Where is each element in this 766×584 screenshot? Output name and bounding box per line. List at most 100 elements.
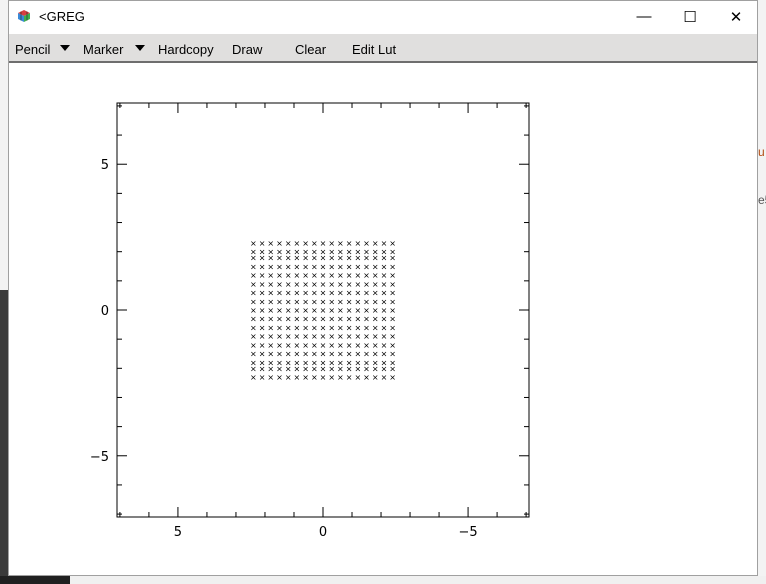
data-point-marker: ×: [328, 332, 335, 341]
marker-dropdown-arrow-icon[interactable]: [135, 45, 145, 51]
data-point-marker: ×: [337, 297, 344, 306]
data-point-marker: ×: [259, 364, 266, 373]
data-point-marker: ×: [276, 239, 283, 248]
data-point-marker: ×: [285, 315, 292, 324]
data-point-marker: ×: [363, 262, 370, 271]
data-point-marker: ×: [302, 280, 309, 289]
data-point-marker: ×: [320, 306, 327, 315]
data-point-marker: ×: [267, 271, 274, 280]
data-point-marker: ×: [389, 373, 396, 382]
data-point-marker: ×: [250, 332, 257, 341]
data-point-marker: ×: [363, 332, 370, 341]
data-point-marker: ×: [337, 332, 344, 341]
data-point-marker: ×: [259, 350, 266, 359]
data-point-marker: ×: [372, 289, 379, 298]
menu-hardcopy[interactable]: Hardcopy: [158, 42, 214, 57]
data-point-marker: ×: [267, 373, 274, 382]
data-point-marker: ×: [328, 280, 335, 289]
data-point-marker: ×: [381, 341, 388, 350]
data-point-marker: ×: [389, 306, 396, 315]
data-point-marker: ×: [389, 239, 396, 248]
x-tick-label: −5: [458, 525, 477, 540]
data-point-marker: ×: [389, 364, 396, 373]
data-point-marker: ×: [250, 254, 257, 263]
data-point-marker: ×: [294, 262, 301, 271]
data-point-marker: ×: [328, 373, 335, 382]
data-point-marker: ×: [285, 341, 292, 350]
data-point-marker: ×: [372, 350, 379, 359]
data-point-marker: ×: [389, 332, 396, 341]
data-point-marker: ×: [311, 297, 318, 306]
menu-draw[interactable]: Draw: [232, 42, 262, 57]
data-point-marker: ×: [294, 289, 301, 298]
minimize-button[interactable]: —: [621, 1, 667, 32]
data-point-marker: ×: [320, 289, 327, 298]
data-point-marker: ×: [285, 271, 292, 280]
data-point-marker: ×: [337, 341, 344, 350]
title-bar[interactable]: <GREG — ☐ ✕: [9, 1, 757, 32]
data-point-marker: ×: [328, 289, 335, 298]
data-point-marker: ×: [328, 306, 335, 315]
data-points: ××××××××××××××××××××××××××××××××××××××××…: [250, 239, 396, 382]
data-point-marker: ×: [372, 364, 379, 373]
data-point-marker: ×: [381, 271, 388, 280]
close-button[interactable]: ✕: [713, 1, 759, 32]
data-point-marker: ×: [389, 297, 396, 306]
data-point-marker: ×: [311, 262, 318, 271]
data-point-marker: ×: [302, 373, 309, 382]
menu-edit-lut[interactable]: Edit Lut: [352, 42, 396, 57]
data-point-marker: ×: [250, 341, 257, 350]
data-point-marker: ×: [250, 364, 257, 373]
data-point-marker: ×: [267, 364, 274, 373]
menu-marker[interactable]: Marker: [83, 42, 123, 57]
data-point-marker: ×: [381, 280, 388, 289]
data-point-marker: ×: [354, 315, 361, 324]
data-point-marker: ×: [294, 350, 301, 359]
data-point-marker: ×: [311, 271, 318, 280]
data-point-marker: ×: [259, 373, 266, 382]
data-point-marker: ×: [389, 289, 396, 298]
data-point-marker: ×: [346, 350, 353, 359]
data-point-marker: ×: [320, 254, 327, 263]
data-point-marker: ×: [372, 306, 379, 315]
data-point-marker: ×: [250, 350, 257, 359]
data-point-marker: ×: [354, 332, 361, 341]
data-point-marker: ×: [328, 350, 335, 359]
data-point-marker: ×: [276, 350, 283, 359]
data-point-marker: ×: [337, 323, 344, 332]
data-point-marker: ×: [346, 323, 353, 332]
data-point-marker: ×: [337, 254, 344, 263]
data-point-marker: ×: [354, 289, 361, 298]
data-point-marker: ×: [328, 341, 335, 350]
maximize-button[interactable]: ☐: [667, 1, 713, 32]
data-point-marker: ×: [320, 315, 327, 324]
data-point-marker: ×: [320, 323, 327, 332]
data-point-marker: ×: [250, 315, 257, 324]
y-tick-label: 5: [101, 158, 109, 173]
data-point-marker: ×: [259, 341, 266, 350]
data-point-marker: ×: [381, 262, 388, 271]
data-point-marker: ×: [276, 280, 283, 289]
data-point-marker: ×: [276, 262, 283, 271]
data-point-marker: ×: [346, 239, 353, 248]
data-point-marker: ×: [372, 262, 379, 271]
data-point-marker: ×: [337, 239, 344, 248]
data-point-marker: ×: [259, 297, 266, 306]
menu-clear[interactable]: Clear: [295, 42, 326, 57]
data-point-marker: ×: [294, 239, 301, 248]
data-point-marker: ×: [320, 262, 327, 271]
menu-pencil[interactable]: Pencil: [15, 42, 50, 57]
data-point-marker: ×: [294, 271, 301, 280]
pencil-dropdown-arrow-icon[interactable]: [60, 45, 70, 51]
data-point-marker: ×: [363, 364, 370, 373]
data-point-marker: ×: [311, 315, 318, 324]
data-point-marker: ×: [302, 323, 309, 332]
plot-canvas[interactable]: 5 0 −5 5 0 −5 × × × × × × × × × × × × × × × × × × × × × × × × × × × × × × ×…: [9, 63, 757, 575]
data-point-marker: ×: [346, 373, 353, 382]
data-point-marker: ×: [372, 323, 379, 332]
data-point-marker: ×: [267, 280, 274, 289]
data-point-marker: ×: [302, 262, 309, 271]
data-point-marker: ×: [389, 315, 396, 324]
data-point-marker: ×: [250, 306, 257, 315]
data-point-marker: ×: [363, 350, 370, 359]
